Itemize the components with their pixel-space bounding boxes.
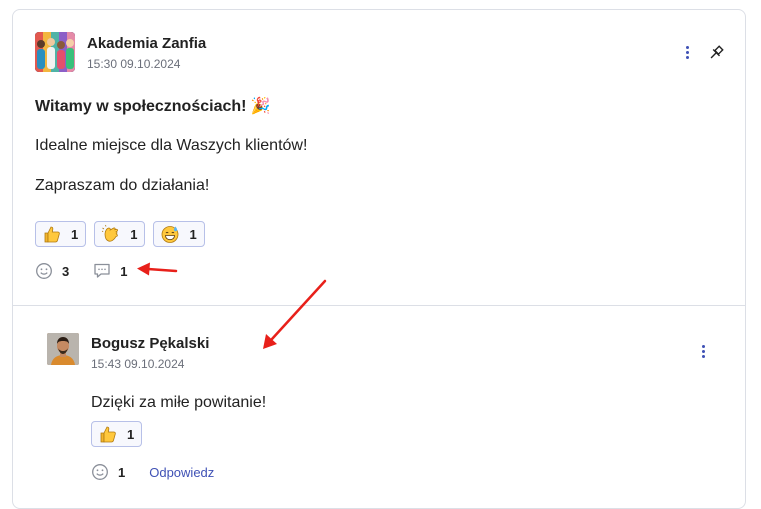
clapping-hands-emoji-icon <box>102 224 119 242</box>
smiley-icon <box>92 464 108 480</box>
comments-count: 1 <box>120 263 128 279</box>
reply-link[interactable]: Odpowiedz <box>149 465 214 480</box>
avatar[interactable] <box>47 333 79 365</box>
reaction-chip-thumbs-up[interactable]: 1 <box>35 221 87 247</box>
post-paragraph: Idealne miejsce dla Waszych klientów! <box>35 137 308 154</box>
reaction-count: 1 <box>71 226 79 242</box>
thumbs-up-emoji-icon <box>100 426 116 443</box>
post-author-name[interactable]: Akademia Zanfia <box>87 35 206 52</box>
comment-stats: 1 Odpowiedz <box>91 463 214 481</box>
post-paragraph: Zapraszam do działania! <box>35 177 210 194</box>
reaction-count: 1 <box>189 226 197 242</box>
reactions-summary[interactable]: 3 <box>35 262 69 280</box>
comment-author-name[interactable]: Bogusz Pękalski <box>91 335 209 352</box>
community-logo <box>35 32 75 72</box>
reaction-count: 1 <box>127 426 135 442</box>
pin-icon <box>710 45 724 59</box>
thumbs-up-emoji-icon <box>44 226 60 243</box>
reaction-chip-grinning-sweat[interactable]: 1 <box>153 221 205 247</box>
post-card: Akademia Zanfia 15:30 09.10.2024 Witamy … <box>12 9 746 509</box>
more-vertical-icon <box>685 46 689 49</box>
more-vertical-icon <box>701 345 705 348</box>
reaction-chip-thumbs-up[interactable]: 1 <box>91 421 143 447</box>
comment-options-button[interactable] <box>693 343 713 363</box>
post-title: Witamy w społecznościach! 🎉 <box>35 98 271 115</box>
smiley-icon <box>36 263 52 279</box>
divider <box>13 305 745 306</box>
comments-summary[interactable]: 1 <box>93 262 127 280</box>
reactions-total: 3 <box>62 263 70 279</box>
comment-reactions-summary[interactable]: 1 <box>91 463 125 481</box>
post-options-button[interactable] <box>677 44 697 64</box>
comment-icon <box>94 263 110 278</box>
post-timestamp: 15:30 09.10.2024 <box>87 57 181 71</box>
comment-reactions: 1 <box>91 421 143 447</box>
reaction-chip-clapping[interactable]: 1 <box>94 221 146 247</box>
reaction-count: 1 <box>130 226 138 242</box>
grinning-sweat-emoji-icon <box>162 226 179 243</box>
comment-text: Dzięki za miłe powitanie! <box>91 394 267 411</box>
post-stats: 3 1 <box>35 262 127 280</box>
comment-timestamp: 15:43 09.10.2024 <box>91 357 185 371</box>
pin-button[interactable] <box>707 44 725 62</box>
post-reactions: 1 1 1 <box>35 221 205 247</box>
comment-reactions-total: 1 <box>118 464 126 480</box>
